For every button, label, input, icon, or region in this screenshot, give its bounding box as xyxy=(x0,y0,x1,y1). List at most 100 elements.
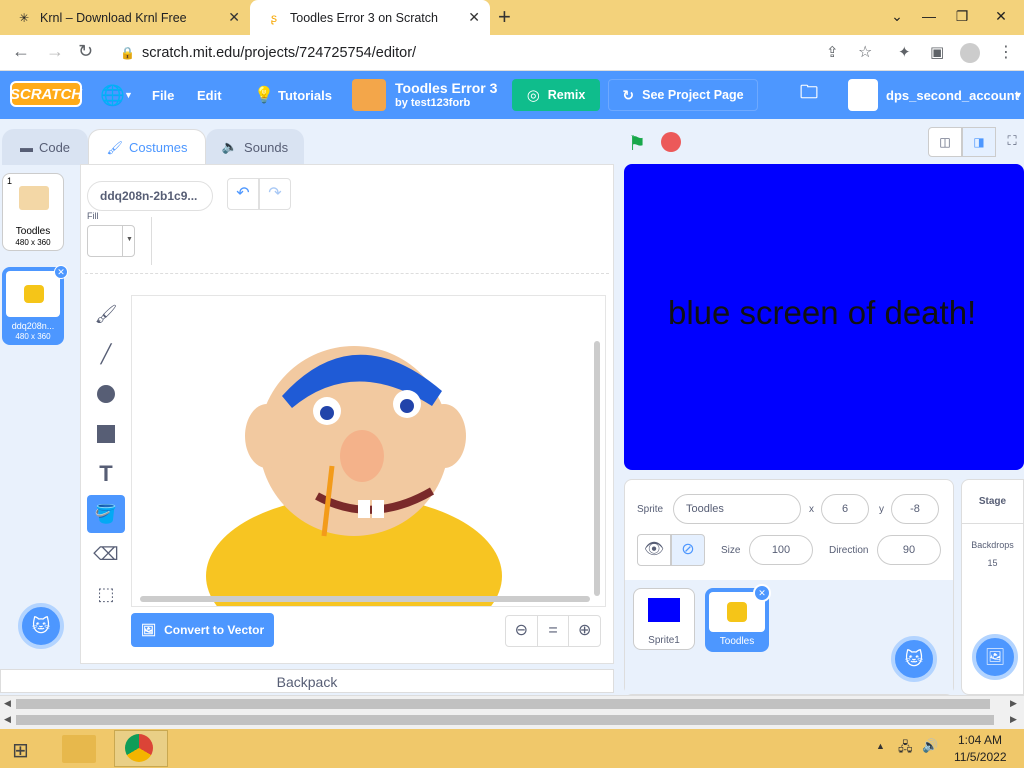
windows-start-icon[interactable]: ⊞ xyxy=(12,738,29,763)
undo-icon[interactable]: ↶ xyxy=(227,178,259,210)
scroll-right-icon[interactable]: ▶ xyxy=(1010,714,1017,725)
sprite-item-selected[interactable]: Toodles ✕ xyxy=(705,584,771,652)
close-window-icon[interactable]: ✕ xyxy=(984,2,1018,30)
tutorials-menu[interactable]: Tutorials xyxy=(278,71,332,119)
canvas-vscrollbar[interactable] xyxy=(594,341,600,596)
redo-icon[interactable]: ↷ xyxy=(259,178,291,210)
eraser-tool-icon[interactable]: ⌫ xyxy=(87,535,125,573)
extensions-icon[interactable]: ✦ xyxy=(898,43,911,61)
stage-target-panel[interactable]: Stage Backdrops 15 🖼 xyxy=(961,479,1024,695)
account-chevron-icon[interactable]: ▼ xyxy=(1014,71,1023,119)
back-icon[interactable]: ← xyxy=(12,41,30,62)
fullscreen-icon[interactable]: ⛶ xyxy=(1000,127,1024,157)
brush-tool-icon[interactable]: 🖌 xyxy=(87,295,125,333)
edit-menu[interactable]: Edit xyxy=(197,71,222,119)
share-icon[interactable]: ⇪ xyxy=(826,43,839,61)
browser-tab-scratch[interactable]: ʂ Toodles Error 3 on Scratch ✕ xyxy=(250,0,490,35)
choose-backdrop-button[interactable]: 🖼 xyxy=(972,634,1018,680)
side-panel-icon[interactable]: ▣ xyxy=(930,43,944,61)
project-title[interactable]: Toodles Error 3 xyxy=(395,80,497,96)
choose-sprite-button[interactable]: 🐱 xyxy=(891,636,937,682)
backpack-bar[interactable]: Backpack xyxy=(0,669,614,693)
bookmark-star-icon[interactable]: ☆ xyxy=(858,42,872,62)
stop-icon[interactable] xyxy=(661,132,681,152)
reload-icon[interactable]: ↻ xyxy=(78,41,93,62)
x-input[interactable]: 6 xyxy=(821,494,869,524)
code-icon: ▬ xyxy=(19,139,33,155)
page-hscrollbar[interactable] xyxy=(16,699,990,709)
sprite-item[interactable]: Sprite1 xyxy=(633,588,695,650)
restore-icon[interactable]: ❐ xyxy=(945,2,979,30)
scroll-right-icon[interactable]: ▶ xyxy=(1010,698,1017,709)
zoom-reset-icon[interactable]: = xyxy=(538,616,570,646)
text-tool-icon[interactable]: T xyxy=(87,455,125,493)
costume-name-input[interactable]: ddq208n-2b1c9... xyxy=(87,181,213,211)
username[interactable]: dps_second_account xyxy=(886,71,1019,119)
fill-divider xyxy=(122,226,123,256)
file-menu[interactable]: File xyxy=(152,71,174,119)
tab-code[interactable]: ▬ Code xyxy=(2,129,88,165)
file-explorer-icon[interactable] xyxy=(62,735,96,763)
select-tool-icon[interactable]: ⬚ xyxy=(87,575,125,613)
costume-item-selected[interactable]: 2 ddq208n... 480 x 360 ✕ xyxy=(2,265,68,345)
scratch-logo[interactable]: SCRATCH xyxy=(10,81,82,107)
normal-stage-icon[interactable]: ◨ xyxy=(962,127,996,157)
costume-image xyxy=(206,346,502,606)
see-project-page-button[interactable]: ↻ See Project Page xyxy=(608,79,758,111)
green-flag-icon[interactable]: ⚑ xyxy=(628,131,646,156)
delete-sprite-icon[interactable]: ✕ xyxy=(753,584,771,602)
tray-chevron-icon[interactable]: ▲ xyxy=(876,741,885,751)
forward-icon[interactable]: → xyxy=(46,41,64,62)
minimize-icon[interactable]: — xyxy=(912,2,946,30)
convert-to-vector-button[interactable]: 🖼 Convert to Vector xyxy=(131,613,274,647)
volume-icon[interactable]: 🔊 xyxy=(922,738,938,754)
direction-input[interactable]: 90 xyxy=(877,535,941,565)
delete-costume-icon[interactable]: ✕ xyxy=(54,265,68,279)
user-avatar[interactable] xyxy=(848,79,878,111)
chevron-down-icon: ▼ xyxy=(126,236,133,243)
show-sprite-icon[interactable]: 👁 xyxy=(637,534,671,566)
scroll-left-icon[interactable]: ◀ xyxy=(4,714,11,725)
tab-search-icon[interactable]: ⌄ xyxy=(880,2,914,30)
project-author[interactable]: by test123forb xyxy=(395,97,470,109)
hide-sprite-icon[interactable]: ⊘ xyxy=(671,534,705,566)
sprite-name-input[interactable]: Toodles xyxy=(673,494,801,524)
window-hscrollbar[interactable] xyxy=(16,715,994,725)
scroll-left-icon[interactable]: ◀ xyxy=(4,698,11,709)
chrome-menu-icon[interactable]: ⋮ xyxy=(998,42,1014,62)
zoom-in-icon[interactable]: ⊕ xyxy=(569,616,600,646)
clock-time[interactable]: 1:04 AM xyxy=(958,733,1002,747)
close-tab-icon[interactable]: ✕ xyxy=(468,9,480,26)
direction-label: Direction xyxy=(829,545,869,556)
close-tab-icon[interactable]: ✕ xyxy=(228,9,240,26)
y-input[interactable]: -8 xyxy=(891,494,939,524)
url-field[interactable]: 🔒 scratch.mit.edu/projects/724725754/edi… xyxy=(110,39,890,67)
circle-tool-icon[interactable] xyxy=(87,375,125,413)
tab-costumes[interactable]: 🖌 Costumes xyxy=(88,129,206,165)
small-stage-icon[interactable]: ◫ xyxy=(928,127,962,157)
sprite-info-panel: Sprite Toodles x 6 y -8 👁 ⊘ Size 100 Dir… xyxy=(624,479,954,695)
rectangle-tool-icon[interactable] xyxy=(87,415,125,453)
address-bar-row: ← → ↻ 🔒 scratch.mit.edu/projects/7247257… xyxy=(0,35,1024,71)
canvas-hscrollbar[interactable] xyxy=(140,596,590,602)
costume-item[interactable]: 1 Toodles 480 x 360 xyxy=(2,173,64,251)
choose-costume-button[interactable]: 🐱 xyxy=(18,603,64,649)
profile-avatar[interactable] xyxy=(960,43,980,63)
fill-tool-icon[interactable]: 🪣 xyxy=(87,495,125,533)
my-stuff-folder-icon[interactable]: 🗀 xyxy=(800,71,818,119)
language-globe-icon[interactable]: 🌐 xyxy=(100,71,125,119)
clock-date[interactable]: 11/5/2022 xyxy=(954,750,1007,764)
remix-button[interactable]: ◎ Remix xyxy=(512,79,600,111)
network-icon[interactable]: 🖧 xyxy=(898,738,913,760)
stage-canvas[interactable]: blue screen of death! xyxy=(624,164,1024,470)
paint-canvas[interactable] xyxy=(131,295,606,607)
stage-text: blue screen of death! xyxy=(668,294,977,331)
new-tab-icon[interactable]: + xyxy=(498,4,511,30)
fill-color-picker[interactable]: ▼ xyxy=(87,225,135,257)
zoom-out-icon[interactable]: ⊖ xyxy=(506,616,538,646)
browser-tab-krnl[interactable]: ✳ Krnl – Download Krnl Free ✕ xyxy=(0,0,250,35)
tab-sounds[interactable]: 🔈 Sounds xyxy=(206,129,304,165)
line-tool-icon[interactable]: ╱ xyxy=(87,335,125,373)
sprite-list: Sprite1 Toodles ✕ 🐱 xyxy=(625,580,953,694)
size-input[interactable]: 100 xyxy=(749,535,813,565)
